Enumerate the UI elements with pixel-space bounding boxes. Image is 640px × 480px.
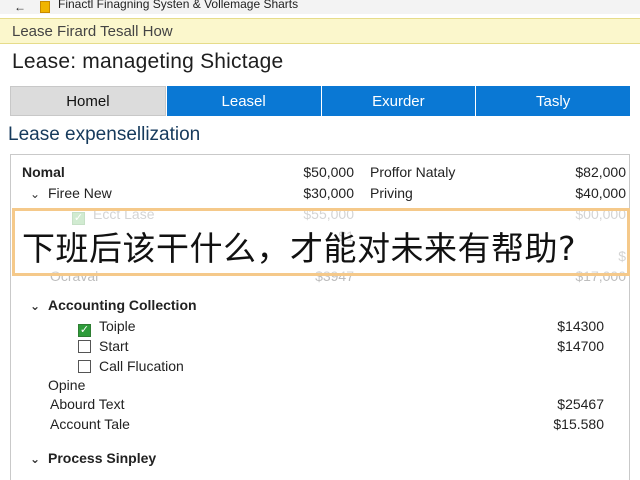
tab-tasly[interactable]: Tasly <box>475 86 630 116</box>
row-toiple-amount: $14300 <box>557 318 604 334</box>
caption-text: 下班后该干什么，才能对未来有帮助? <box>22 229 577 268</box>
row-abourd-amount: $25467 <box>557 396 604 412</box>
tab-home[interactable]: Homel <box>10 86 166 116</box>
group-accounting-label: Accounting Collection <box>48 297 197 313</box>
title-bar: ← Finactl Finagning Systen & Vollemage S… <box>0 0 640 14</box>
row-firee-new-amount: $30,000 <box>303 185 354 201</box>
group-process-label: Process Sinpley <box>48 450 157 466</box>
row-firee-new-label: Firee New <box>48 185 112 201</box>
tab-lease[interactable]: Leasel <box>165 86 321 116</box>
chevron-down-icon[interactable]: ⌄ <box>30 187 42 201</box>
tab-bar: Homel Leasel Exurder Tasly <box>10 86 630 116</box>
row-firee-new-amount2: $40,000 <box>575 185 626 201</box>
checkbox-icon[interactable] <box>78 340 91 353</box>
row-opine-label: Opine <box>48 377 86 393</box>
row-account-tale-amount: $15.580 <box>553 416 604 432</box>
page-title: Lease: manageting Shictage <box>12 50 284 73</box>
row-start[interactable]: Start <box>78 338 129 354</box>
row-nomal-label: Nomal <box>22 164 65 180</box>
row-account-tale-label: Account Tale <box>50 416 130 432</box>
app-icon <box>40 1 50 13</box>
checkbox-icon[interactable] <box>78 360 91 373</box>
chevron-down-icon[interactable]: ⌄ <box>30 452 42 466</box>
row-firee-new-label2: Priving <box>370 185 413 201</box>
row-nomal-label2: Proffor Nataly <box>370 164 456 180</box>
row-abourd-label: Abourd Text <box>50 396 125 412</box>
row-firee-new[interactable]: ⌄ Firee New <box>30 185 112 201</box>
back-arrow-icon[interactable]: ← <box>14 1 28 13</box>
row-start-amount: $14700 <box>557 338 604 354</box>
row-nomal-amount2: $82,000 <box>575 164 626 180</box>
row-nomal-amount: $50,000 <box>303 164 354 180</box>
tab-exurder[interactable]: Exurder <box>320 86 476 116</box>
row-toiple-label: Toiple <box>99 318 136 334</box>
row-call-flucation[interactable]: Call Flucation <box>78 358 184 374</box>
row-call-label: Call Flucation <box>99 358 184 374</box>
row-start-label: Start <box>99 338 129 354</box>
group-process[interactable]: ⌄ Process Sinpley <box>30 450 156 466</box>
row-toiple[interactable]: ✓ Toiple <box>78 318 136 337</box>
window-title: Finactl Finagning Systen & Vollemage Sha… <box>58 0 299 11</box>
notification-banner: Lease Firard Tesall How <box>0 18 640 44</box>
section-title: Lease expensellization <box>8 124 201 145</box>
banner-text: Lease Firard Tesall How <box>12 23 173 40</box>
chevron-down-icon[interactable]: ⌄ <box>30 299 42 313</box>
group-accounting[interactable]: ⌄ Accounting Collection <box>30 297 197 313</box>
checkbox-checked-icon[interactable]: ✓ <box>78 324 91 337</box>
